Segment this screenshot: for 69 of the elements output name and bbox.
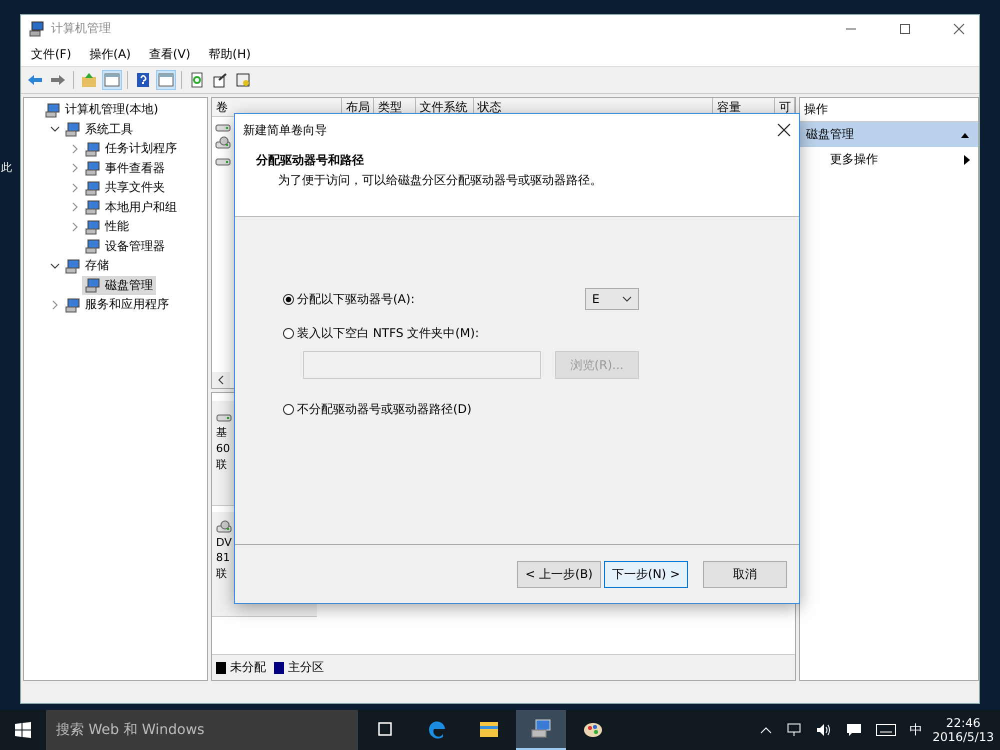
- tree-item[interactable]: 磁盘管理: [82, 276, 156, 295]
- tree-item[interactable]: 服务和应用程序: [62, 295, 172, 314]
- radio-button[interactable]: [283, 294, 294, 304]
- computer-button[interactable]: [516, 710, 566, 750]
- desktop-icon-label[interactable]: 此: [1, 160, 12, 175]
- collapse-triangle-icon[interactable]: [960, 130, 970, 138]
- legend-label: 未分配: [230, 659, 266, 676]
- radio-label[interactable]: 分配以下驱动器号(A):: [297, 290, 415, 308]
- action-item[interactable]: 更多操作: [800, 147, 978, 172]
- dialog-button[interactable]: 下一步(N) >: [604, 560, 688, 588]
- network-icon[interactable]: [786, 723, 802, 737]
- computer-icon: [85, 199, 101, 216]
- windows-start-icon[interactable]: [15, 722, 31, 738]
- computer-icon: [85, 238, 101, 254]
- menu-item[interactable]: 文件(F): [31, 46, 72, 62]
- tree-item[interactable]: 设备管理器: [82, 236, 168, 256]
- window-title: 计算机管理: [51, 20, 111, 37]
- close-icon[interactable]: [777, 123, 791, 137]
- computer-icon: [45, 102, 61, 118]
- disk-info-text: 联: [216, 457, 227, 472]
- dialog-heading: 分配驱动器号和路径: [256, 152, 365, 169]
- menu-item[interactable]: 操作(A): [89, 46, 131, 62]
- search-field[interactable]: 搜索 Web 和 Windows: [46, 710, 358, 750]
- dialog-title: 新建简单卷向导: [243, 122, 327, 138]
- scroll-left-icon[interactable]: [216, 375, 226, 385]
- tree-item[interactable]: 系统工具: [62, 120, 136, 139]
- chevron-up-icon[interactable]: [760, 726, 772, 734]
- clock-time[interactable]: 22:46: [946, 716, 981, 730]
- radio-label[interactable]: 不分配驱动器号或驱动器路径(D): [297, 400, 472, 418]
- tree-item[interactable]: 性能: [82, 217, 132, 236]
- actions-section[interactable]: 磁盘管理: [800, 122, 978, 147]
- disk-info-text: 联: [216, 566, 227, 581]
- computer-icon: [65, 121, 81, 138]
- input-method-indicator[interactable]: 中: [909, 721, 922, 739]
- dialog-button[interactable]: < 上一步(B): [517, 560, 601, 588]
- computer-icon: [29, 20, 45, 36]
- tree-item[interactable]: 存储: [62, 256, 112, 276]
- maximize-icon[interactable]: [899, 22, 911, 34]
- notification-icon[interactable]: [846, 723, 862, 737]
- computer-icon: [65, 258, 81, 274]
- computer-icon: [85, 277, 101, 294]
- cd-drive-icon: [216, 520, 232, 534]
- speaker-icon[interactable]: [816, 723, 832, 737]
- tree-item[interactable]: 任务计划程序: [82, 139, 180, 158]
- tree-item[interactable]: 计算机管理(本地): [42, 100, 162, 120]
- drive-letter-dropdown[interactable]: E: [585, 288, 639, 310]
- disk-info-text: 60: [216, 442, 230, 455]
- disk-info-text: 81: [216, 551, 230, 564]
- computer-icon: [85, 180, 101, 196]
- cd-drive-icon: [215, 136, 231, 150]
- dialog-description: 为了便于访问，可以给磁盘分区分配驱动器号或驱动器路径。: [278, 172, 603, 189]
- tree-item[interactable]: 事件查看器: [82, 158, 168, 178]
- legend-label: 主分区: [288, 659, 324, 676]
- disk-info-text: 基: [216, 425, 227, 440]
- computer-icon: [65, 296, 81, 313]
- menu-item[interactable]: 查看(V): [148, 46, 190, 62]
- close-icon[interactable]: [953, 22, 965, 34]
- radio-button[interactable]: [283, 404, 294, 414]
- clock-date[interactable]: 2016/5/13: [932, 730, 994, 744]
- computer-icon: [85, 140, 101, 157]
- submenu-arrow-icon: [964, 154, 970, 164]
- computer-icon: [85, 160, 101, 176]
- disk-info-text: DV: [216, 536, 232, 549]
- keyboard-icon[interactable]: [876, 724, 896, 736]
- dialog-button[interactable]: 取消: [703, 560, 787, 588]
- computer-icon: [85, 218, 101, 235]
- tree-item[interactable]: 共享文件夹: [82, 178, 168, 198]
- menu-item[interactable]: 帮助(H): [208, 46, 251, 62]
- tree-item[interactable]: 本地用户和组: [82, 198, 180, 217]
